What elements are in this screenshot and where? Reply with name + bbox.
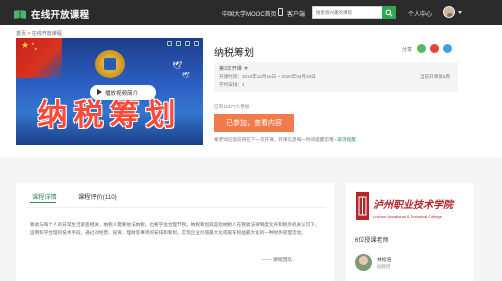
term-dates: 开课时间：2019年12月16日 ~ 2020年03月28日 [219,74,316,79]
tab-divider [26,207,326,208]
site-logo[interactable]: 在线开放课程 [13,7,89,21]
tax-emblem-icon [95,50,125,78]
cover-toolbar [167,41,199,46]
school-name-cn: 泸州职业技术学院 [373,199,455,211]
top-navigation-bar: 在线开放课程 中国大学MOOC首页 客户端 个人中心 [0,0,502,25]
book-logo-icon [14,9,26,19]
play-icon [97,89,102,95]
weibo-share-icon[interactable] [430,44,439,53]
course-cover-image[interactable]: ★ ★ ★ 🕊 🕊 纳税筹划 播放视频简介 [16,38,203,145]
term-status: 当前开课第8周 [419,74,450,79]
share-label: 分享 [402,47,413,53]
cover-tool-icon[interactable] [176,41,181,46]
course-title: 纳税筹划 [214,48,254,59]
teacher-title: 副教授 [377,264,391,269]
search-box [312,6,396,19]
cover-tool-icon[interactable] [167,41,172,46]
phone-icon [278,8,283,16]
play-intro-video-button[interactable]: 播放视频简介 [90,85,156,100]
site-title: 在线开放课程 [31,10,90,21]
enrolled-count: 已有11677人参加 [214,104,250,109]
qq-share-icon[interactable] [443,44,452,53]
nav-mooc-home-link[interactable]: 中国大学MOOC首页 [222,9,277,18]
tab-course-details[interactable]: 课程详情 [32,192,57,201]
cover-tool-icon[interactable] [185,41,190,46]
user-avatar[interactable] [443,6,455,18]
breadcrumb[interactable]: 首页 > 在线开放课程 [16,30,62,37]
tab-course-reviews[interactable]: 课程评价(110) [78,192,117,201]
cover-tool-icon[interactable] [194,41,199,46]
search-icon [385,9,393,17]
course-detail-card: 课程详情 课程评价(110) 税收与每个人的日常生活紧密相关，纳税人需要依法纳税… [16,183,334,281]
dove-icon: 🕊 [182,73,190,79]
view-content-button[interactable]: 已参加，查看内容 [214,114,294,132]
search-input[interactable] [313,7,383,18]
teacher-name[interactable]: 林松浩 [377,256,391,263]
term-hours: 学时安排：4 [219,82,245,87]
user-center-link[interactable]: 个人中心 [408,9,432,18]
school-card: 泸州职业技术学院 Luzhou Vocational & Technical C… [346,183,474,281]
play-intro-label: 播放视频简介 [105,90,139,97]
course-description: 税收与每个人的日常生活紧密相关，纳税人需要依法纳税，也要学会合理节税。纳税筹划就… [30,222,320,235]
wechat-share-icon[interactable] [417,44,426,53]
description-signature: —— 课程团队 [262,258,293,263]
search-button[interactable] [382,6,396,19]
chevron-down-icon[interactable] [458,11,462,14]
term-selector[interactable]: 第3次开课 [219,65,248,72]
dove-icon: 🕊 [172,61,183,70]
cancel-reminder-link[interactable]: 取消提醒 [337,137,355,142]
reminder-notice: 秦老师已提前将在下一次开课，开课信息每一时间提醒您哦~ 取消提醒 [214,137,356,143]
school-logo[interactable]: 泸州职业技术学院 Luzhou Vocational & Technical C… [355,189,465,225]
term-select-label: 第3次开课 [219,66,242,72]
reminder-text: 秦老师已提前将在下一次开课，开课信息每一时间提醒您哦~ [214,137,337,142]
flag-decoration: ★ ★ ★ [16,38,62,78]
chevron-down-icon [243,67,248,71]
school-name-en: Luzhou Vocational & Technical College [373,214,443,219]
term-info-panel: 第3次开课 开课时间：2019年12月16日 ~ 2020年03月28日 学时安… [214,62,458,92]
teacher-avatar[interactable] [355,254,372,271]
nav-client-link[interactable]: 客户端 [287,9,305,18]
active-tab-indicator [30,202,56,203]
teachers-title: 6位授课老师 [355,238,389,244]
